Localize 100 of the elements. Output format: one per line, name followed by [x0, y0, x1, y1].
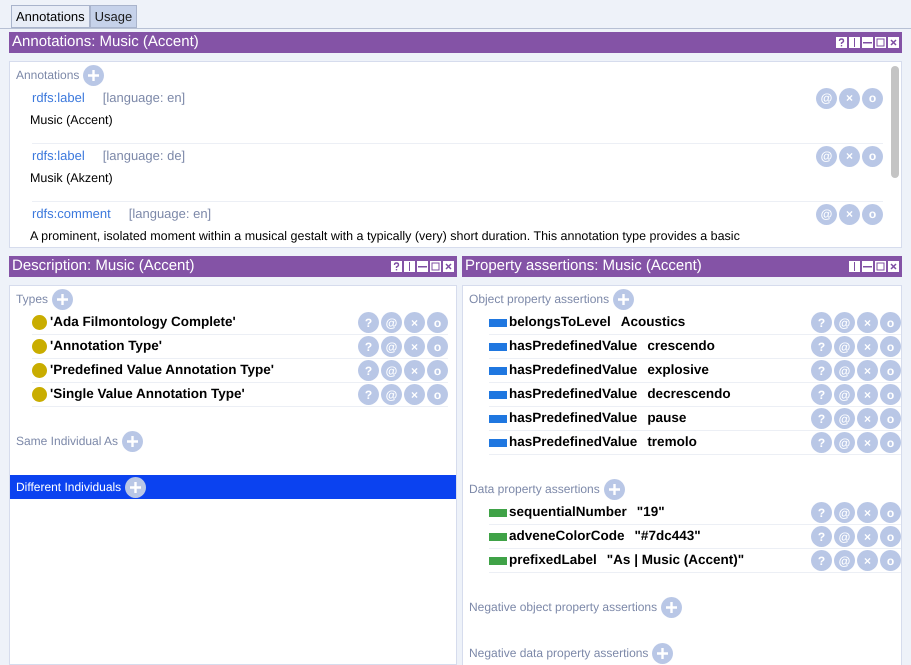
- row-action-button[interactable]: ?: [811, 312, 832, 333]
- row-action-button[interactable]: @: [381, 336, 402, 357]
- row-action-button[interactable]: @: [834, 502, 855, 523]
- help-icon[interactable]: [836, 37, 847, 48]
- maximize-icon[interactable]: [875, 261, 886, 272]
- tab[interactable]: Annotations: [11, 5, 90, 28]
- property-name[interactable]: hasPredefinedValue: [509, 432, 638, 453]
- row-action-button[interactable]: ?: [811, 502, 832, 523]
- row-action-button[interactable]: ?: [358, 384, 379, 405]
- row-action-button[interactable]: @: [381, 312, 402, 333]
- row-action-button[interactable]: ?: [358, 360, 379, 381]
- row-action-button[interactable]: ×: [857, 526, 878, 547]
- split-view-icon[interactable]: [849, 261, 860, 272]
- row-action-button[interactable]: o: [880, 408, 901, 429]
- row-action-button[interactable]: ×: [839, 204, 860, 224]
- type-name[interactable]: 'Annotation Type': [50, 336, 162, 357]
- section-header-selected[interactable]: Different Individuals: [10, 475, 456, 499]
- split-view-icon[interactable]: [404, 261, 415, 272]
- row-action-button[interactable]: o: [880, 502, 901, 523]
- type-name[interactable]: 'Ada Filmontology Complete': [50, 312, 236, 333]
- row-action-button[interactable]: o: [880, 336, 901, 357]
- property-link[interactable]: rdfs:label: [32, 88, 85, 108]
- row-action-button[interactable]: @: [834, 408, 855, 429]
- property-name[interactable]: prefixedLabel: [509, 550, 597, 571]
- row-action-button[interactable]: ×: [857, 360, 878, 381]
- section-header[interactable]: Object property assertions: [463, 287, 901, 311]
- row-action-button[interactable]: ×: [857, 312, 878, 333]
- row-action-button[interactable]: o: [880, 312, 901, 333]
- maximize-icon[interactable]: [875, 37, 886, 48]
- minimize-icon[interactable]: [862, 37, 873, 48]
- property-name[interactable]: adveneColorCode: [509, 526, 625, 547]
- row-action-button[interactable]: ×: [857, 432, 878, 453]
- row-action-button[interactable]: @: [834, 526, 855, 547]
- row-action-button[interactable]: ?: [811, 336, 832, 357]
- row-action-button[interactable]: ×: [839, 88, 860, 108]
- row-action-button[interactable]: o: [427, 336, 448, 357]
- close-icon[interactable]: [888, 261, 899, 272]
- help-icon[interactable]: [391, 261, 402, 272]
- row-action-button[interactable]: ×: [404, 336, 425, 357]
- property-value[interactable]: pause: [647, 408, 686, 429]
- property-value[interactable]: "19": [636, 502, 665, 523]
- row-action-button[interactable]: ×: [404, 384, 425, 405]
- row-action-button[interactable]: @: [834, 336, 855, 357]
- row-action-button[interactable]: @: [834, 550, 855, 571]
- row-action-button[interactable]: o: [880, 360, 901, 381]
- row-action-button[interactable]: ?: [811, 360, 832, 381]
- row-action-button[interactable]: @: [816, 204, 837, 224]
- row-action-button[interactable]: ?: [811, 408, 832, 429]
- row-action-button[interactable]: ×: [839, 146, 860, 166]
- row-action-button[interactable]: @: [834, 432, 855, 453]
- row-action-button[interactable]: @: [834, 312, 855, 333]
- property-value[interactable]: "As | Music (Accent)": [606, 550, 744, 571]
- row-action-button[interactable]: @: [834, 384, 855, 405]
- property-name[interactable]: hasPredefinedValue: [509, 360, 638, 381]
- property-value[interactable]: "#7dc443": [634, 526, 701, 547]
- property-value[interactable]: Acoustics: [620, 312, 686, 333]
- row-action-button[interactable]: ×: [857, 550, 878, 571]
- row-action-button[interactable]: ×: [857, 336, 878, 357]
- row-action-button[interactable]: @: [381, 360, 402, 381]
- property-name[interactable]: belongsToLevel: [509, 312, 611, 333]
- section-header[interactable]: Same Individual As: [10, 429, 456, 453]
- add-icon[interactable]: [125, 476, 146, 498]
- tab[interactable]: Usage: [90, 5, 138, 28]
- row-action-button[interactable]: o: [427, 384, 448, 405]
- close-icon[interactable]: [888, 37, 899, 48]
- row-action-button[interactable]: o: [427, 312, 448, 333]
- row-action-button[interactable]: ×: [857, 408, 878, 429]
- property-value[interactable]: tremolo: [647, 432, 697, 453]
- property-link[interactable]: rdfs:comment: [32, 204, 111, 224]
- property-link[interactable]: rdfs:label: [32, 146, 85, 166]
- row-action-button[interactable]: @: [834, 360, 855, 381]
- row-action-button[interactable]: o: [880, 550, 901, 571]
- type-name[interactable]: 'Single Value Annotation Type': [50, 384, 245, 405]
- property-name[interactable]: hasPredefinedValue: [509, 336, 638, 357]
- minimize-icon[interactable]: [862, 261, 873, 272]
- row-action-button[interactable]: ?: [358, 312, 379, 333]
- row-action-button[interactable]: o: [880, 384, 901, 405]
- row-action-button[interactable]: @: [381, 384, 402, 405]
- section-header[interactable]: Negative object property assertions: [463, 595, 901, 619]
- split-view-icon[interactable]: [849, 37, 860, 48]
- property-value[interactable]: crescendo: [647, 336, 715, 357]
- row-action-button[interactable]: o: [862, 146, 883, 166]
- row-action-button[interactable]: ×: [857, 384, 878, 405]
- row-action-button[interactable]: o: [880, 526, 901, 547]
- property-value[interactable]: explosive: [647, 360, 709, 381]
- property-name[interactable]: hasPredefinedValue: [509, 384, 638, 405]
- scrollbar-thumb[interactable]: [891, 66, 899, 178]
- property-name[interactable]: hasPredefinedValue: [509, 408, 638, 429]
- row-action-button[interactable]: o: [862, 204, 883, 224]
- property-value[interactable]: decrescendo: [647, 384, 731, 405]
- close-icon[interactable]: [443, 261, 454, 272]
- row-action-button[interactable]: @: [816, 146, 837, 166]
- row-action-button[interactable]: ×: [404, 360, 425, 381]
- section-header[interactable]: Negative data property assertions: [463, 641, 901, 665]
- section-header[interactable]: Types: [10, 287, 456, 311]
- row-action-button[interactable]: ?: [811, 384, 832, 405]
- row-action-button[interactable]: ?: [811, 526, 832, 547]
- property-name[interactable]: sequentialNumber: [509, 502, 627, 523]
- row-action-button[interactable]: ?: [358, 336, 379, 357]
- section-header[interactable]: Data property assertions: [463, 477, 901, 501]
